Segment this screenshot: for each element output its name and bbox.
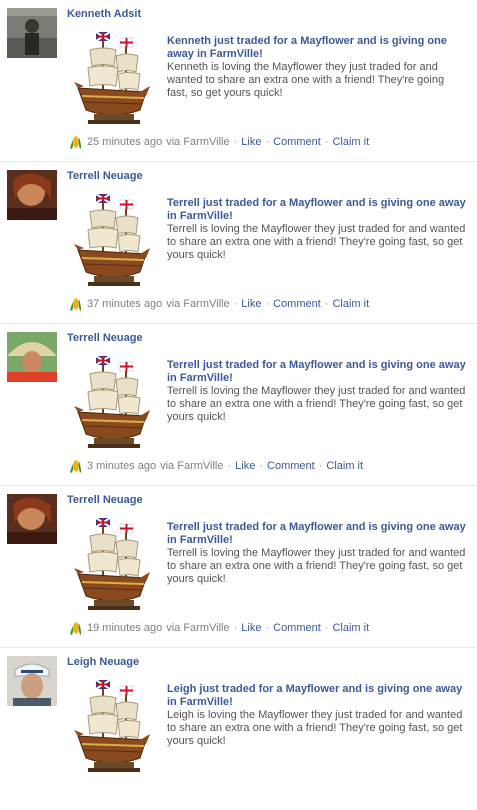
avatar[interactable] <box>7 8 57 58</box>
timestamp[interactable]: 3 minutes ago <box>87 460 156 472</box>
timestamp[interactable]: 25 minutes ago <box>87 136 162 148</box>
actor-name[interactable]: Terrell Neuage <box>67 494 143 506</box>
via-app: via FarmVille <box>166 136 230 148</box>
feed-story: Terrell Neuage Terrell just traded for a… <box>0 486 477 648</box>
farmville-corn-icon <box>70 136 81 149</box>
claim-link[interactable]: Claim it <box>332 622 369 634</box>
comment-link[interactable]: Comment <box>273 298 321 310</box>
story-meta: 19 minutes ago via FarmVille · Like · Co… <box>67 620 369 636</box>
avatar[interactable] <box>7 170 57 220</box>
like-link[interactable]: Like <box>241 298 261 310</box>
mayflower-ship-icon[interactable] <box>74 192 154 288</box>
story-meta: 37 minutes ago via FarmVille · Like · Co… <box>67 296 369 312</box>
story-description: Terrell is loving the Mayflower they jus… <box>167 385 466 423</box>
comment-link[interactable]: Comment <box>273 622 321 634</box>
story-title[interactable]: Terrell just traded for a Mayflower and … <box>167 197 467 223</box>
farmville-corn-icon <box>70 460 81 473</box>
story-description: Leigh is loving the Mayflower they just … <box>167 709 463 747</box>
like-link[interactable]: Like <box>241 622 261 634</box>
story-title[interactable]: Leigh just traded for a Mayflower and is… <box>167 683 467 709</box>
story-title[interactable]: Terrell just traded for a Mayflower and … <box>167 359 467 385</box>
actor-name[interactable]: Terrell Neuage <box>67 170 143 182</box>
story-meta: 3 minutes ago via FarmVille · Like · Com… <box>67 458 363 474</box>
story-description: Terrell is loving the Mayflower they jus… <box>167 223 466 261</box>
story-title[interactable]: Kenneth just traded for a Mayflower and … <box>167 35 467 61</box>
feed-story: Terrell Neuage Terrell just traded for a… <box>0 162 477 324</box>
claim-link[interactable]: Claim it <box>332 136 369 148</box>
timestamp[interactable]: 19 minutes ago <box>87 622 162 634</box>
via-app: via FarmVille <box>166 298 230 310</box>
mayflower-ship-icon[interactable] <box>74 30 154 126</box>
claim-link[interactable]: Claim it <box>332 298 369 310</box>
story-title[interactable]: Terrell just traded for a Mayflower and … <box>167 521 467 547</box>
claim-link[interactable]: Claim it <box>326 460 363 472</box>
mayflower-ship-icon[interactable] <box>74 516 154 612</box>
via-app: via FarmVille <box>166 622 230 634</box>
timestamp[interactable]: 37 minutes ago <box>87 298 162 310</box>
like-link[interactable]: Like <box>235 460 255 472</box>
comment-link[interactable]: Comment <box>267 460 315 472</box>
like-link[interactable]: Like <box>241 136 261 148</box>
feed-story: Kenneth Adsit Kenneth just traded for a … <box>0 0 477 162</box>
via-app: via FarmVille <box>160 460 224 472</box>
feed-story: Leigh Neuage Leigh just traded for a May… <box>0 648 477 810</box>
feed-story: Terrell Neuage Terrell just traded for a… <box>0 324 477 486</box>
mayflower-ship-icon[interactable] <box>74 354 154 450</box>
actor-name[interactable]: Terrell Neuage <box>67 332 143 344</box>
farmville-corn-icon <box>70 298 81 311</box>
mayflower-ship-icon[interactable] <box>74 678 154 774</box>
avatar[interactable] <box>7 656 57 706</box>
news-feed: Kenneth Adsit Kenneth just traded for a … <box>0 0 477 810</box>
avatar[interactable] <box>7 332 57 382</box>
comment-link[interactable]: Comment <box>273 136 321 148</box>
farmville-corn-icon <box>70 622 81 635</box>
actor-name[interactable]: Kenneth Adsit <box>67 8 141 20</box>
story-meta: 25 minutes ago via FarmVille · Like · Co… <box>67 134 369 150</box>
actor-name[interactable]: Leigh Neuage <box>67 656 139 668</box>
story-description: Terrell is loving the Mayflower they jus… <box>167 547 466 585</box>
avatar[interactable] <box>7 494 57 544</box>
story-description: Kenneth is loving the Mayflower they jus… <box>167 61 445 99</box>
